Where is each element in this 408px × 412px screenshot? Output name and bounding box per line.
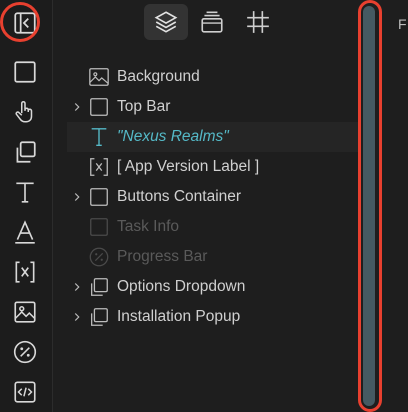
code-icon	[14, 381, 36, 403]
clipped-panel-text: F	[398, 16, 407, 32]
layer-label: "Nexus Realms"	[117, 128, 229, 145]
duplicate-icon	[16, 141, 36, 163]
assets-icon	[201, 11, 223, 33]
variable-tool[interactable]	[8, 257, 42, 287]
component-icon	[87, 275, 111, 299]
image-icon	[87, 65, 111, 89]
frame-square-icon	[87, 95, 111, 119]
layer-row-installation-popup[interactable]: Installation Popup	[67, 302, 360, 332]
percent-icon	[13, 340, 37, 364]
layer-label: Progress Bar	[117, 248, 208, 265]
layer-row-task-info[interactable]: Task Info	[67, 212, 360, 242]
rectangle-icon	[14, 61, 36, 83]
highlight-circle	[0, 2, 40, 42]
touch-tool[interactable]	[8, 97, 42, 127]
layer-label: Buttons Container	[117, 188, 242, 205]
panel-tabs	[53, 0, 408, 46]
scrollbar-thumb[interactable]	[363, 6, 375, 406]
frame-icon	[247, 11, 269, 33]
chevron-right-icon[interactable]	[67, 187, 87, 207]
image-tool[interactable]	[8, 297, 42, 327]
layer-row-progress-bar[interactable]: Progress Bar	[67, 242, 360, 272]
layer-row-nexus-realms[interactable]: "Nexus Realms"	[67, 122, 360, 152]
text-icon	[87, 125, 111, 149]
percent-icon	[87, 245, 111, 269]
layer-row-options-dropdown[interactable]: Options Dropdown	[67, 272, 360, 302]
touch-icon	[15, 101, 33, 123]
left-toolbar	[0, 0, 53, 412]
component-icon	[87, 305, 111, 329]
layer-row-background[interactable]: Background	[67, 62, 360, 92]
text-style-icon	[15, 220, 35, 244]
text-style-tool[interactable]	[8, 217, 42, 247]
percent-tool[interactable]	[8, 337, 42, 367]
text-tool[interactable]	[8, 177, 42, 207]
chevron-right-icon[interactable]	[67, 307, 87, 327]
layer-label: Task Info	[117, 218, 180, 235]
layer-label: Top Bar	[117, 98, 171, 115]
chevron-right-icon[interactable]	[67, 97, 87, 117]
tab-layers[interactable]	[144, 4, 188, 40]
duplicate-tool[interactable]	[8, 137, 42, 167]
layer-row-buttons-container[interactable]: Buttons Container	[67, 182, 360, 212]
layer-label: Installation Popup	[117, 308, 241, 325]
frame-square-icon	[87, 215, 111, 239]
layer-label: Options Dropdown	[117, 278, 246, 295]
layer-row-app-version-label[interactable]: [ App Version Label ]	[67, 152, 360, 182]
layer-label: Background	[117, 68, 200, 85]
code-tool[interactable]	[8, 377, 42, 407]
layers-icon	[154, 11, 178, 33]
tab-assets[interactable]	[190, 4, 234, 40]
frame-square-icon	[87, 185, 111, 209]
variable-icon	[15, 261, 35, 283]
layer-row-top-bar[interactable]: Top Bar	[67, 92, 360, 122]
tab-frame[interactable]	[236, 4, 280, 40]
panel-scrollbar[interactable]	[356, 0, 386, 412]
chevron-right-icon[interactable]	[67, 277, 87, 297]
rectangle-tool[interactable]	[8, 57, 42, 87]
variable-icon	[87, 155, 111, 179]
text-icon	[16, 182, 34, 203]
layer-label: [ App Version Label ]	[117, 158, 260, 175]
image-icon	[14, 301, 36, 323]
